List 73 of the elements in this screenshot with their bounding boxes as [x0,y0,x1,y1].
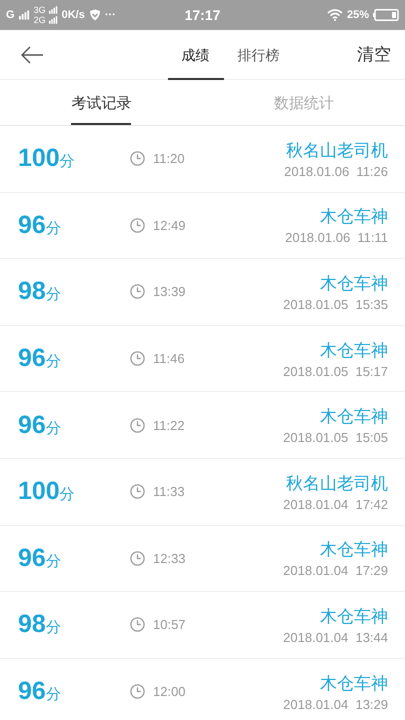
signal-icon [48,16,58,24]
date-text: 2018.01.05 15:17 [283,364,388,379]
score-unit: 分 [46,352,61,372]
score-value: 96 [18,410,46,440]
clock-icon [130,484,145,500]
score-unit: 分 [60,152,75,172]
signal-icon [48,6,58,14]
clock-icon [130,617,145,632]
clock-icon [130,218,145,233]
signal-icon [18,10,30,20]
user-name: 木仓车神 [320,406,388,428]
score-value: 96 [18,344,46,374]
score-value: 98 [18,610,46,640]
date-text: 2018.01.06 11:26 [284,164,388,179]
back-button[interactable] [20,44,44,64]
tab[interactable]: 成绩 [168,32,224,80]
network-label: G [6,9,15,21]
clock-icon [130,284,145,300]
battery-icon [373,9,399,21]
clock-icon [130,684,145,700]
date-text: 2018.01.05 15:35 [283,296,388,312]
score-unit: 分 [46,218,61,238]
shield-icon [88,9,101,21]
score-value: 98 [18,277,46,306]
score-unit: 分 [46,618,61,638]
date-text: 2018.01.04 17:29 [283,563,388,578]
score-unit: 分 [46,552,61,571]
user-name: 秋名山老司机 [286,472,388,495]
score-value: 100 [18,144,60,174]
duration-text: 12:00 [153,684,186,700]
tab[interactable]: 考试记录 [71,80,132,125]
clear-button[interactable]: 清空 [357,43,391,66]
clock-icon [130,418,145,433]
score-value: 96 [18,544,46,573]
user-name: 木仓车神 [320,606,388,628]
tab[interactable]: 排行榜 [224,32,294,80]
wifi-icon [326,9,343,21]
back-arrow-icon [20,44,44,64]
duration-text: 11:33 [153,484,185,500]
score-unit: 分 [46,685,61,704]
user-name: 木仓车神 [320,340,388,362]
user-name: 木仓车神 [320,539,388,562]
duration-text: 12:33 [153,550,186,566]
network-label: 3G [34,5,46,15]
date-text: 2018.01.04 13:29 [283,696,388,712]
date-text: 2018.01.06 11:11 [285,230,388,246]
user-name: 木仓车神 [320,206,388,228]
clock-icon [130,351,145,366]
score-unit: 分 [46,418,61,438]
duration-text: 11:22 [153,418,185,433]
clock: 17:17 [184,7,220,23]
date-text: 2018.01.04 17:42 [283,496,388,512]
user-name: 木仓车神 [320,272,388,295]
score-value: 96 [18,210,46,240]
network-label: 2G [34,15,46,25]
duration-text: 11:20 [153,151,185,166]
date-text: 2018.01.05 15:05 [283,430,388,446]
date-text: 2018.01.04 13:44 [283,630,388,645]
user-name: 木仓车神 [320,672,388,695]
speed-label: 0K/s [62,9,85,21]
score-unit: 分 [46,285,61,304]
score-value: 96 [18,677,46,706]
clock-icon [130,550,145,566]
duration-text: 10:57 [153,617,186,632]
score-value: 100 [18,477,60,506]
clock-icon [130,151,145,166]
battery-percent: 25% [346,9,369,21]
score-unit: 分 [60,485,75,504]
more-label: ··· [104,9,116,21]
duration-text: 12:49 [153,218,186,233]
duration-text: 11:46 [153,351,185,366]
user-name: 秋名山老司机 [286,140,388,162]
duration-text: 13:39 [153,284,186,300]
